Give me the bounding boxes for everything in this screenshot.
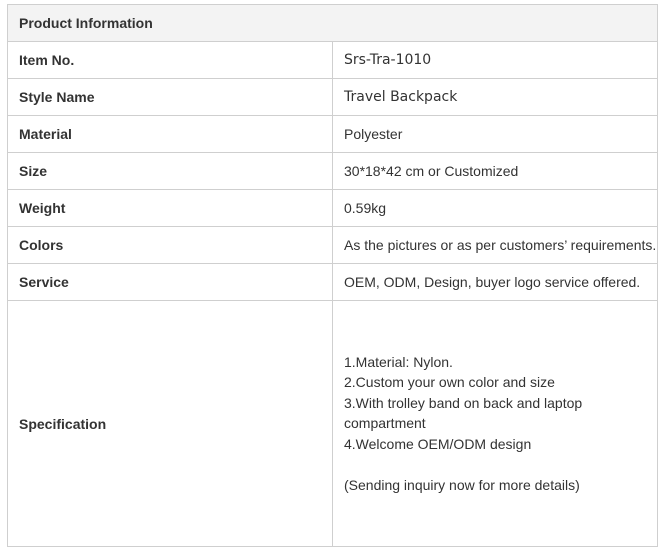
row-value: Srs-Tra-1010 — [332, 41, 658, 79]
table-row-specification: Specification 1.Material: Nylon. 2.Custo… — [7, 300, 658, 547]
spec-note: (Sending inquiry now for more details) — [344, 476, 580, 493]
row-value: OEM, ODM, Design, buyer logo service off… — [332, 263, 658, 301]
spec-line: 3.With trolley band on back and laptop c… — [344, 394, 583, 432]
table-row-colors: Colors As the pictures or as per custome… — [7, 226, 658, 264]
table-row-weight: Weight 0.59kg — [7, 189, 658, 227]
row-value: 0.59kg — [332, 189, 658, 227]
row-label: Specification — [7, 300, 333, 547]
table-row-size: Size 30*18*42 cm or Customized — [7, 152, 658, 190]
product-information-table: Product Information Item No. Srs-Tra-101… — [7, 4, 658, 547]
spec-line: 1.Material: Nylon. — [344, 353, 453, 370]
table-row-style-name: Style Name Travel Backpack — [7, 78, 658, 116]
table-row-service: Service OEM, ODM, Design, buyer logo ser… — [7, 263, 658, 301]
spec-line: 2.Custom your own color and size — [344, 374, 555, 391]
specification-value: 1.Material: Nylon. 2.Custom your own col… — [332, 300, 658, 547]
row-value: Travel Backpack — [332, 78, 658, 116]
row-label: Style Name — [7, 78, 333, 116]
table-row-item-no: Item No. Srs-Tra-1010 — [7, 41, 658, 79]
row-label: Service — [7, 263, 333, 301]
row-value: As the pictures or as per customers’ req… — [332, 226, 658, 264]
table-title: Product Information — [7, 4, 658, 42]
row-label: Material — [7, 115, 333, 153]
table-row-material: Material Polyester — [7, 115, 658, 153]
row-label: Item No. — [7, 41, 333, 79]
table-header-row: Product Information — [7, 4, 658, 42]
row-value: Polyester — [332, 115, 658, 153]
specification-list: 1.Material: Nylon. 2.Custom your own col… — [344, 352, 657, 496]
row-label: Size — [7, 152, 333, 190]
row-label: Weight — [7, 189, 333, 227]
spec-line: 4.Welcome OEM/ODM design — [344, 435, 532, 452]
row-value: 30*18*42 cm or Customized — [332, 152, 658, 190]
row-label: Colors — [7, 226, 333, 264]
